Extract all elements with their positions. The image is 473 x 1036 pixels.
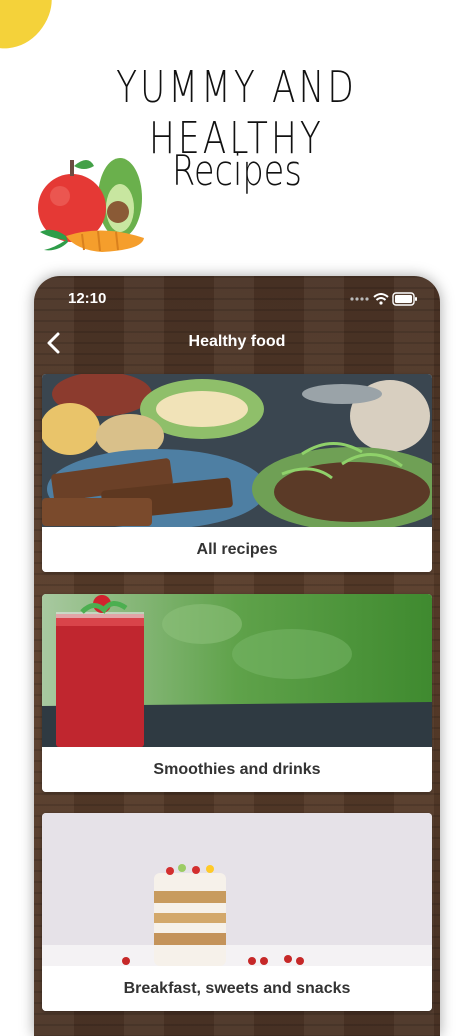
phone-screen: 12:10 Healthy food All recipes Smoothies…: [34, 276, 440, 1036]
status-time: 12:10: [68, 290, 107, 307]
category-label: Breakfast, sweets and snacks: [42, 967, 432, 1011]
wifi-icon: [373, 293, 389, 301]
category-card-smoothies[interactable]: Smoothies and drinks: [42, 594, 432, 792]
parfait-photo: [42, 813, 432, 966]
status-bar: 12:10: [34, 276, 440, 320]
category-label: All recipes: [42, 528, 432, 572]
category-card-all-recipes[interactable]: All recipes: [42, 374, 432, 572]
decorative-lemon-shape: [0, 0, 63, 61]
nav-title: Healthy food: [188, 333, 286, 350]
healthy-meal-photo: [42, 374, 432, 527]
category-card-breakfast[interactable]: Breakfast, sweets and snacks: [42, 813, 432, 1011]
fruit-vegetable-icon: [38, 158, 144, 252]
smoothie-photo: [42, 594, 432, 747]
category-label: Smoothies and drinks: [42, 748, 432, 792]
navigation-bar: Healthy food: [34, 320, 440, 366]
promo-subline: Recipes: [172, 146, 302, 195]
status-icons: [350, 292, 417, 306]
signal-icon: [350, 297, 369, 301]
battery-icon: [392, 292, 417, 306]
